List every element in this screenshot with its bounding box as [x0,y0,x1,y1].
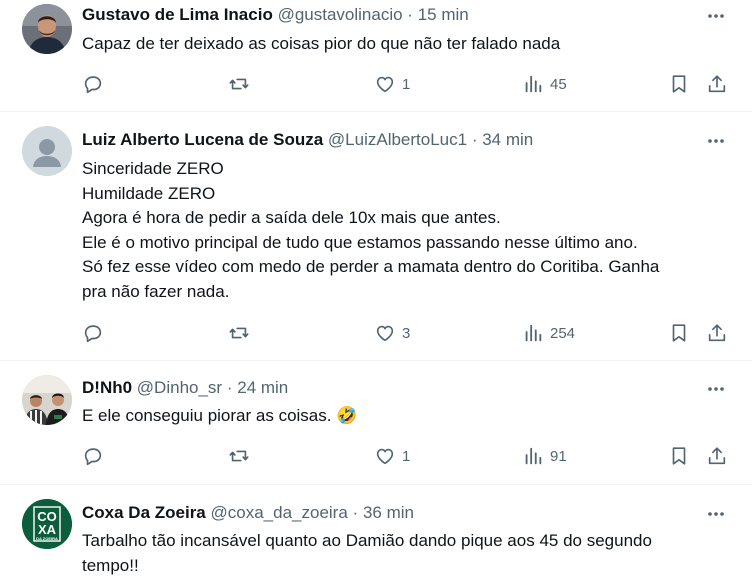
separator-dot: · [472,130,478,149]
default-avatar-icon [22,126,72,176]
post-header: Gustavo de Lima Inacio @gustavolinacio ·… [82,4,469,26]
text-line: pra não fazer nada. [82,280,732,305]
views-count: 91 [550,448,567,465]
post-1[interactable]: Gustavo de Lima Inacio @gustavolinacio ·… [0,0,752,110]
like-count: 1 [402,448,410,465]
post-time[interactable]: 36 min [363,503,414,522]
author-handle[interactable]: @Dinho_sr [137,378,222,397]
retweet-button[interactable] [228,441,250,471]
reply-icon [82,73,104,95]
text-line: Humildade ZERO [82,182,732,207]
like-button[interactable]: 1 [374,69,410,99]
share-icon [706,445,728,467]
svg-text:XA: XA [38,522,57,537]
text-line: Só fez esse vídeo com medo de perder a m… [82,255,732,280]
reply-button[interactable] [82,318,104,348]
text-line: Ele é o motivo principal de tudo que est… [82,231,732,256]
like-button[interactable]: 3 [374,318,410,348]
text-line: Sinceridade ZERO [82,157,732,182]
action-bar: 1 91 [82,441,742,471]
more-icon[interactable] [706,379,726,399]
share-button[interactable] [706,441,728,471]
reply-icon [82,322,104,344]
svg-text:DA ZOEIRA: DA ZOEIRA [36,536,58,541]
post-3[interactable]: D!Nh0 @Dinho_sr · 24 min E ele conseguiu… [0,361,752,484]
reply-button[interactable] [82,69,104,99]
like-icon [374,445,396,467]
bookmark-button[interactable] [668,441,690,471]
views-button[interactable]: 254 [522,318,575,348]
post-header: Luiz Alberto Lucena de Souza @LuizAlbert… [82,129,533,151]
author-handle[interactable]: @LuizAlbertoLuc1 [328,130,467,149]
like-icon [374,322,396,344]
retweet-icon [228,445,250,467]
post-text: E ele conseguiu piorar as coisas. 🤣 [82,404,732,429]
author-handle[interactable]: @gustavolinacio [278,5,403,24]
retweet-button[interactable] [228,318,250,348]
post-time[interactable]: 15 min [418,5,469,24]
action-bar: 3 254 [82,318,742,348]
reply-icon [82,445,104,467]
avatar-dinho[interactable] [22,375,72,425]
bookmark-icon [668,322,690,344]
avatar-coxa-da-zoeira[interactable]: CO XA DA ZOEIRA [22,499,72,549]
more-icon[interactable] [706,504,726,524]
author-handle[interactable]: @coxa_da_zoeira [211,503,348,522]
more-icon[interactable] [706,6,726,26]
text-line: Capaz de ter deixado as coisas pior do q… [82,32,732,57]
bookmark-button[interactable] [668,318,690,348]
views-count: 254 [550,325,575,342]
separator-dot: · [353,503,359,522]
views-icon [522,73,544,95]
author-name[interactable]: Coxa Da Zoeira [82,503,206,522]
coxa-logo-icon: CO XA DA ZOEIRA [22,499,72,549]
post-2[interactable]: Luiz Alberto Lucena de Souza @LuizAlbert… [0,112,752,360]
post-text: Tarbalho tão incansável quanto ao Damião… [82,529,732,578]
post-text: Sinceridade ZERO Humildade ZERO Agora é … [82,157,732,304]
author-name[interactable]: Gustavo de Lima Inacio [82,5,273,24]
bookmark-icon [668,445,690,467]
views-icon [522,445,544,467]
views-button[interactable]: 91 [522,441,567,471]
post-header: Coxa Da Zoeira @coxa_da_zoeira · 36 min [82,502,414,524]
views-count: 45 [550,76,567,93]
post-time[interactable]: 24 min [237,378,288,397]
author-name[interactable]: D!Nh0 [82,378,132,397]
avatar-photo [22,375,72,425]
separator-dot: · [407,5,413,24]
like-icon [374,73,396,95]
text-line: Agora é hora de pedir a saída dele 10x m… [82,206,732,231]
post-text: Capaz de ter deixado as coisas pior do q… [82,32,732,57]
views-icon [522,322,544,344]
views-button[interactable]: 45 [522,69,567,99]
bookmark-icon [668,73,690,95]
post-time[interactable]: 34 min [482,130,533,149]
text-line: Tarbalho tão incansável quanto ao Damião… [82,529,732,554]
retweet-icon [228,322,250,344]
text-line: tempo!! [82,554,732,578]
avatar-photo [22,4,72,54]
action-bar: 1 45 [82,69,742,99]
retweet-icon [228,73,250,95]
share-icon [706,73,728,95]
text-line: E ele conseguiu piorar as coisas. 🤣 [82,404,732,429]
like-button[interactable]: 1 [374,441,410,471]
avatar-luiz[interactable] [22,126,72,176]
reply-button[interactable] [82,441,104,471]
share-button[interactable] [706,69,728,99]
like-count: 3 [402,325,410,342]
author-name[interactable]: Luiz Alberto Lucena de Souza [82,130,323,149]
separator-dot: · [227,378,233,397]
post-header: D!Nh0 @Dinho_sr · 24 min [82,377,288,399]
share-button[interactable] [706,318,728,348]
share-icon [706,322,728,344]
bookmark-button[interactable] [668,69,690,99]
retweet-button[interactable] [228,69,250,99]
like-count: 1 [402,76,410,93]
post-4[interactable]: CO XA DA ZOEIRA Coxa Da Zoeira @coxa_da_… [0,485,752,575]
more-icon[interactable] [706,131,726,151]
avatar-gustavo[interactable] [22,4,72,54]
